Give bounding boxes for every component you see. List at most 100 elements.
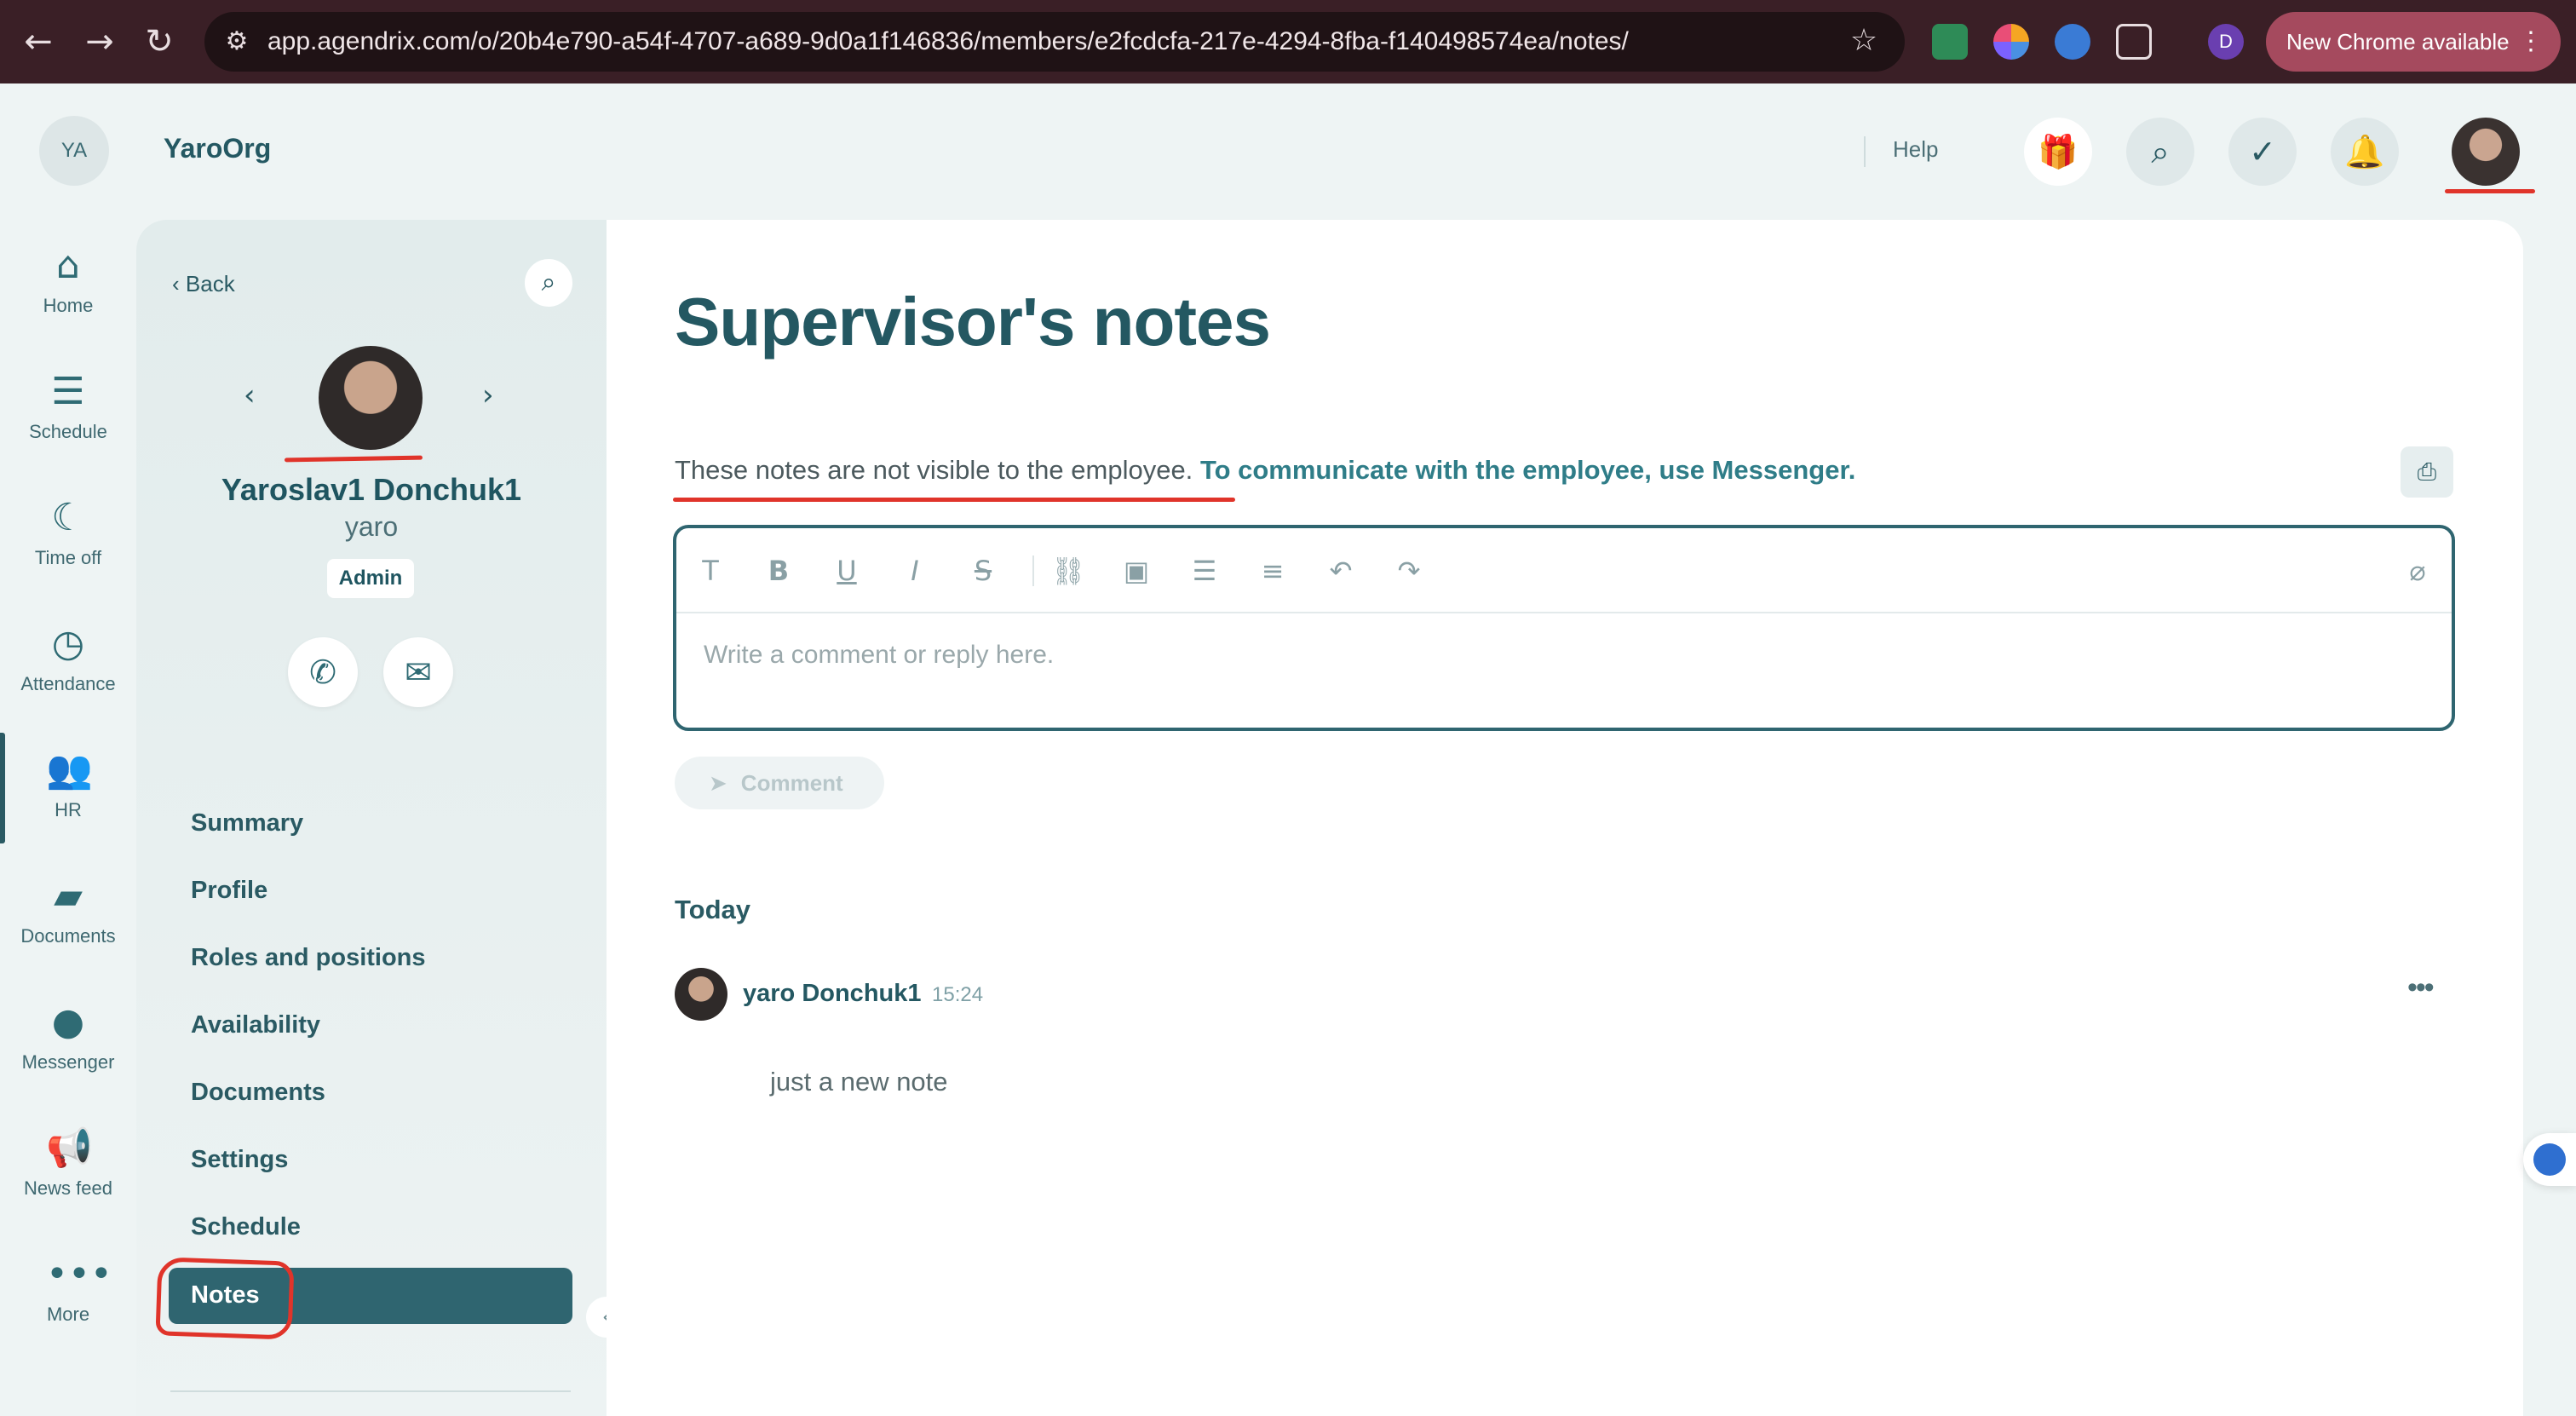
reload-icon[interactable]: ↻ <box>138 20 181 63</box>
send-icon: ➤ <box>709 771 727 797</box>
rail-item-attendance[interactable]: ◷ Attendance <box>0 622 136 695</box>
previous-member-icon[interactable]: ‹ <box>244 378 256 412</box>
mail-icon[interactable]: ✉ <box>383 637 453 707</box>
moon-icon: ☾ <box>51 496 85 539</box>
rail-label: News feed <box>24 1177 112 1199</box>
folder-icon: ▰ <box>54 874 83 918</box>
home-icon: ⌂ <box>56 244 80 287</box>
chat-icon: ● <box>51 1000 85 1044</box>
org-avatar[interactable]: YA <box>39 116 109 186</box>
profile-nav-settings[interactable]: Settings <box>191 1146 288 1174</box>
rail-item-messenger[interactable]: ● Messenger <box>0 1000 136 1074</box>
people-icon: 👥 <box>46 748 93 791</box>
check-icon[interactable]: ✓ <box>2228 118 2297 186</box>
page-title: Supervisor's notes <box>675 284 1271 360</box>
rail-item-documents[interactable]: ▰ Documents <box>0 874 136 947</box>
rail-label: Schedule <box>29 421 107 442</box>
rail-label: Time off <box>34 547 102 568</box>
text-style-icon[interactable]: T <box>692 552 729 590</box>
extensions-puzzle-icon[interactable] <box>2116 24 2152 60</box>
help-link[interactable]: Help <box>1893 136 1938 163</box>
header-divider <box>1864 136 1866 167</box>
image-icon[interactable]: ▣ <box>1118 552 1155 590</box>
browser-profile-avatar[interactable]: D <box>2208 24 2244 60</box>
profile-nav-summary[interactable]: Summary <box>191 809 303 838</box>
profile-nav-schedule[interactable]: Schedule <box>191 1213 301 1241</box>
forward-arrow-icon[interactable]: → <box>78 20 121 63</box>
rail-label: Documents <box>20 925 116 947</box>
back-label: Back <box>185 271 235 296</box>
divider <box>170 1390 571 1392</box>
profile-nav-roles[interactable]: Roles and positions <box>191 944 426 972</box>
editor-placeholder[interactable]: Write a comment or reply here. <box>704 641 1054 670</box>
bookmark-star-icon[interactable]: ☆ <box>1847 24 1881 58</box>
main-content <box>607 220 2523 1416</box>
messenger-link[interactable]: To communicate with the employee, use Me… <box>1200 455 1855 485</box>
member-name: Yaroslav1 Donchuk1 <box>221 472 522 507</box>
megaphone-icon: 📢 <box>46 1126 93 1170</box>
link-icon[interactable]: ⛓ <box>1049 552 1087 590</box>
more-options-icon[interactable]: ••• <box>2407 971 2435 1004</box>
undo-icon[interactable]: ↶ <box>1322 552 1360 590</box>
underline-icon[interactable]: U <box>828 552 865 590</box>
update-chrome-label: New Chrome available <box>2286 29 2510 55</box>
schedule-icon: ☰ <box>51 370 85 413</box>
browser-toolbar: ← → ↻ ⚙ app.agendrix.com/o/20b4e790-a54f… <box>0 0 2576 83</box>
redo-icon[interactable]: ↷ <box>1390 552 1428 590</box>
bulleted-list-icon[interactable]: ☰ <box>1186 552 1223 590</box>
note-body: just a new note <box>770 1067 948 1097</box>
numbered-list-icon[interactable]: ≡ <box>1254 552 1291 590</box>
info-line: These notes are not visible to the emplo… <box>675 455 1855 486</box>
rail-label: Home <box>43 295 94 316</box>
annotation-underline <box>673 498 1235 502</box>
rail-label: Attendance <box>20 673 116 694</box>
rail-item-home[interactable]: ⌂ Home <box>0 244 136 317</box>
print-icon[interactable]: ⎙ <box>2401 446 2453 498</box>
strikethrough-icon[interactable]: S <box>964 552 1002 590</box>
bold-icon[interactable]: B <box>760 552 797 590</box>
user-avatar[interactable] <box>2452 118 2520 186</box>
update-chrome-button[interactable]: New Chrome available ⋮ <box>2266 12 2561 72</box>
member-search-icon[interactable]: ⌕ <box>525 259 572 307</box>
bell-icon[interactable]: 🔔 <box>2331 118 2399 186</box>
profile-nav-profile[interactable]: Profile <box>191 877 267 905</box>
profile-nav-documents[interactable]: Documents <box>191 1079 325 1107</box>
member-avatar <box>319 346 423 450</box>
clock-icon: ◷ <box>51 622 85 665</box>
back-arrow-icon[interactable]: ← <box>17 20 60 63</box>
day-heading: Today <box>675 895 750 924</box>
note-editor[interactable]: T B U I S ⛓ ▣ ☰ ≡ ↶ ↷ ⌀ Write a comment … <box>673 525 2455 731</box>
rail-label: HR <box>55 799 82 820</box>
gift-icon[interactable]: 🎁 <box>2024 118 2092 186</box>
note-author: yaro Donchuk1 <box>743 980 922 1007</box>
chevron-left-icon: ‹ <box>172 271 186 296</box>
org-name[interactable]: YaroOrg <box>164 133 271 164</box>
note-author-avatar <box>675 968 727 1021</box>
search-icon[interactable]: ⌕ <box>2126 118 2194 186</box>
extension-icon[interactable] <box>1932 24 1968 60</box>
comment-button[interactable]: ➤ Comment <box>675 757 884 809</box>
rail-label: More <box>46 1304 90 1325</box>
phone-icon[interactable]: ✆ <box>288 637 358 707</box>
rail-item-time-off[interactable]: ☾ Time off <box>0 496 136 569</box>
extension-icon[interactable] <box>1993 24 2029 60</box>
rail-item-more[interactable]: ••• More <box>0 1252 136 1326</box>
italic-icon[interactable]: I <box>896 552 934 590</box>
rail-item-news-feed[interactable]: 📢 News feed <box>0 1126 136 1200</box>
rail-item-schedule[interactable]: ☰ Schedule <box>0 370 136 443</box>
next-member-icon[interactable]: › <box>482 378 494 412</box>
note-timestamp: 15:24 <box>932 983 984 1006</box>
extension-icon[interactable] <box>2055 24 2090 60</box>
role-badge: Admin <box>327 559 414 598</box>
back-link[interactable]: ‹ Back <box>172 271 235 297</box>
rail-item-hr[interactable]: 👥 HR <box>0 748 136 821</box>
address-bar[interactable]: ⚙ app.agendrix.com/o/20b4e790-a54f-4707-… <box>204 12 1905 72</box>
site-info-icon[interactable]: ⚙ <box>221 26 252 57</box>
info-text: These notes are not visible to the emplo… <box>675 455 1193 485</box>
attachment-icon[interactable]: ⌀ <box>2399 552 2436 590</box>
assistant-bubble[interactable] <box>2523 1133 2576 1186</box>
assistant-icon <box>2533 1143 2566 1176</box>
profile-nav-availability[interactable]: Availability <box>191 1011 320 1039</box>
more-icon: ••• <box>46 1252 112 1296</box>
url-text[interactable]: app.agendrix.com/o/20b4e790-a54f-4707-a6… <box>267 12 1629 72</box>
